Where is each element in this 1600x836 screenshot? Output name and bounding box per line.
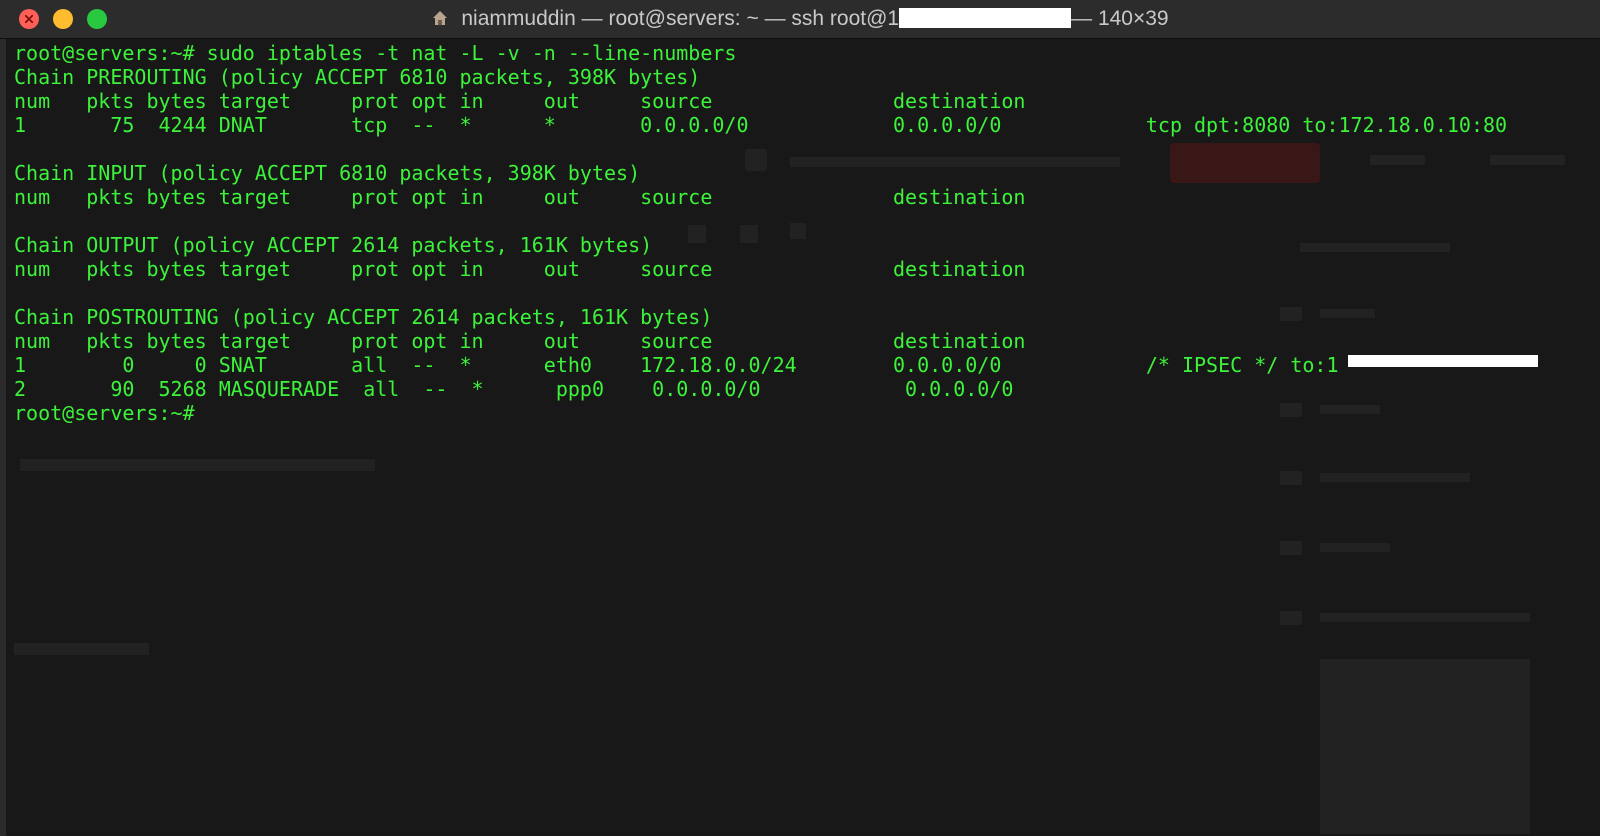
background-window-ghost xyxy=(14,643,149,655)
background-window-ghost xyxy=(20,459,375,471)
home-folder-icon xyxy=(433,11,448,25)
output-line: Chain INPUT (policy ACCEPT 6810 packets,… xyxy=(14,161,641,185)
output-line: Chain POSTROUTING (policy ACCEPT 2614 pa… xyxy=(14,305,713,329)
window-title: niammuddin — root@servers: ~ — ssh root@… xyxy=(0,0,1600,38)
output-line: Chain PREROUTING (policy ACCEPT 6810 pac… xyxy=(14,65,701,89)
background-window-ghost xyxy=(1300,243,1450,252)
output-line: num pkts bytes target prot opt in out so… xyxy=(14,185,1026,209)
background-window-ghost xyxy=(1280,471,1302,485)
background-window-ghost xyxy=(790,223,806,239)
background-window-ghost xyxy=(1320,309,1375,318)
background-window-ghost xyxy=(1370,155,1425,165)
redacted-ip xyxy=(1348,355,1538,367)
background-window-ghost xyxy=(790,157,1120,167)
background-window-ghost xyxy=(1320,473,1470,482)
output-line: num pkts bytes target prot opt in out so… xyxy=(14,257,1026,281)
background-window-ghost xyxy=(1320,659,1530,834)
background-window-ghost xyxy=(1320,405,1380,414)
terminal-output[interactable]: root@servers:~# sudo iptables -t nat -L … xyxy=(0,39,1600,836)
terminal-window: niammuddin — root@servers: ~ — ssh root@… xyxy=(0,0,1600,836)
background-window-ghost xyxy=(1280,307,1302,321)
prompt-command-line: root@servers:~# sudo iptables -t nat -L … xyxy=(14,41,737,65)
output-line: 1 75 4244 DNAT tcp -- * * 0.0.0.0/0 0.0.… xyxy=(14,113,1508,137)
title-dimensions: — 140×39 xyxy=(1071,7,1169,30)
background-window-ghost xyxy=(745,149,767,171)
background-window-ghost xyxy=(1170,143,1320,183)
title-user: niammuddin xyxy=(461,7,576,30)
output-line: num pkts bytes target prot opt in out so… xyxy=(14,329,1026,353)
background-window-ghost xyxy=(1280,541,1302,555)
background-window-ghost xyxy=(1280,611,1302,625)
background-window-ghost xyxy=(1280,403,1302,417)
window-edge xyxy=(0,39,6,836)
prompt-line: root@servers:~# xyxy=(14,401,195,425)
background-window-ghost xyxy=(1320,613,1530,622)
title-session: — root@servers: ~ — ssh root@1 xyxy=(581,7,900,30)
output-line: Chain OUTPUT (policy ACCEPT 2614 packets… xyxy=(14,233,653,257)
output-line: 1 0 0 SNAT all -- * eth0 172.18.0.0/24 0… xyxy=(14,353,1339,377)
background-window-ghost xyxy=(1490,155,1565,165)
background-window-ghost xyxy=(740,225,758,243)
output-line: 2 90 5268 MASQUERADE all -- * ppp0 0.0.0… xyxy=(14,377,1014,401)
redacted-host xyxy=(899,8,1072,28)
background-window-ghost xyxy=(688,225,706,243)
title-bar[interactable]: niammuddin — root@servers: ~ — ssh root@… xyxy=(0,0,1600,39)
output-line: num pkts bytes target prot opt in out so… xyxy=(14,89,1026,113)
background-window-ghost xyxy=(1320,543,1390,552)
